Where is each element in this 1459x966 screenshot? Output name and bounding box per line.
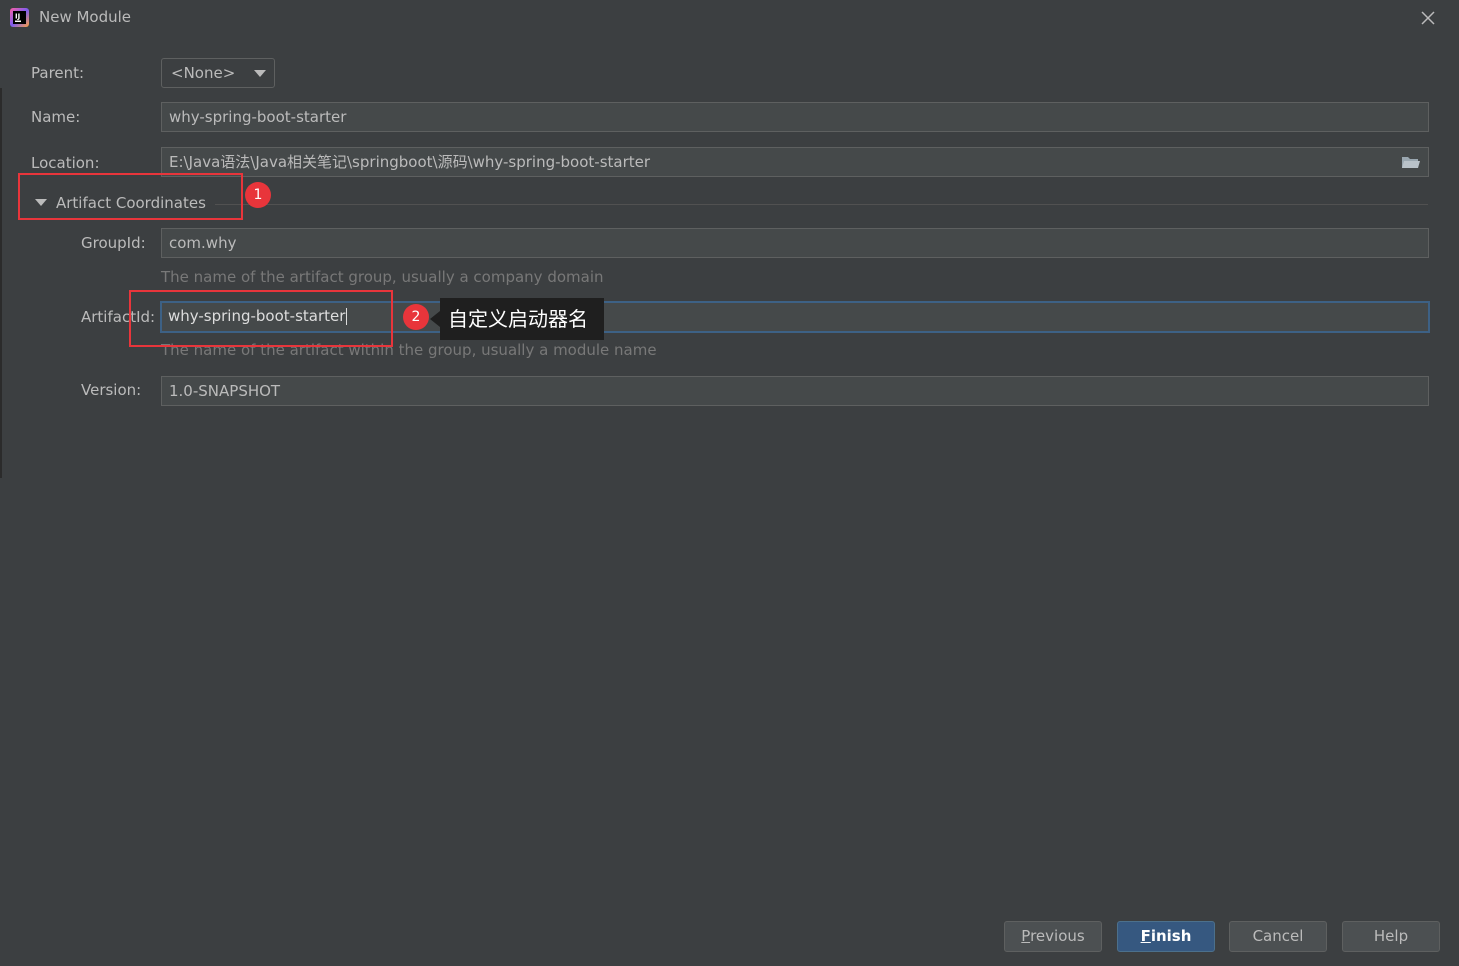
previous-label: revious bbox=[1030, 927, 1085, 945]
window-title: New Module bbox=[39, 8, 132, 26]
location-label: Location: bbox=[31, 154, 100, 172]
name-label: Name: bbox=[31, 108, 81, 126]
annotation-tooltip: 自定义启动器名 bbox=[440, 298, 604, 340]
finish-button[interactable]: Finish bbox=[1117, 921, 1215, 952]
parent-dropdown[interactable]: <None> bbox=[161, 58, 275, 88]
left-edge-divider bbox=[0, 88, 2, 478]
groupid-label: GroupId: bbox=[81, 234, 146, 252]
version-label: Version: bbox=[81, 381, 142, 399]
previous-mnemonic: P bbox=[1021, 927, 1031, 945]
folder-icon[interactable] bbox=[1401, 154, 1421, 170]
new-module-dialog: IJ New Module Parent: <None> Name: why-s… bbox=[0, 0, 1459, 966]
annotation-badge-2: 2 bbox=[403, 304, 429, 330]
parent-dropdown-value: <None> bbox=[171, 64, 236, 82]
annotation-box-artifact-coordinates bbox=[18, 173, 243, 220]
title-bar: IJ New Module bbox=[0, 0, 1459, 36]
name-field[interactable]: why-spring-boot-starter bbox=[161, 102, 1429, 132]
groupid-field[interactable]: com.why bbox=[161, 228, 1429, 258]
section-divider bbox=[215, 204, 1428, 205]
svg-text:IJ: IJ bbox=[15, 13, 20, 21]
previous-button[interactable]: Previous bbox=[1004, 921, 1102, 952]
groupid-hint: The name of the artifact group, usually … bbox=[161, 268, 604, 286]
version-field[interactable]: 1.0-SNAPSHOT bbox=[161, 376, 1429, 406]
finish-mnemonic: F bbox=[1140, 927, 1151, 945]
close-icon[interactable] bbox=[1418, 8, 1438, 28]
annotation-badge-1: 1 bbox=[245, 182, 271, 208]
cancel-button[interactable]: Cancel bbox=[1229, 921, 1327, 952]
annotation-box-artifactid bbox=[129, 290, 393, 347]
location-field-value: E:\Java语法\Java相关笔记\springboot\源码\why-spr… bbox=[169, 153, 651, 171]
finish-label: inish bbox=[1150, 927, 1192, 945]
chevron-down-icon bbox=[254, 70, 266, 77]
help-button[interactable]: Help bbox=[1342, 921, 1440, 952]
parent-label: Parent: bbox=[31, 64, 85, 82]
tooltip-pointer bbox=[430, 311, 440, 327]
location-field[interactable]: E:\Java语法\Java相关笔记\springboot\源码\why-spr… bbox=[161, 147, 1429, 177]
intellij-app-icon: IJ bbox=[10, 8, 29, 27]
